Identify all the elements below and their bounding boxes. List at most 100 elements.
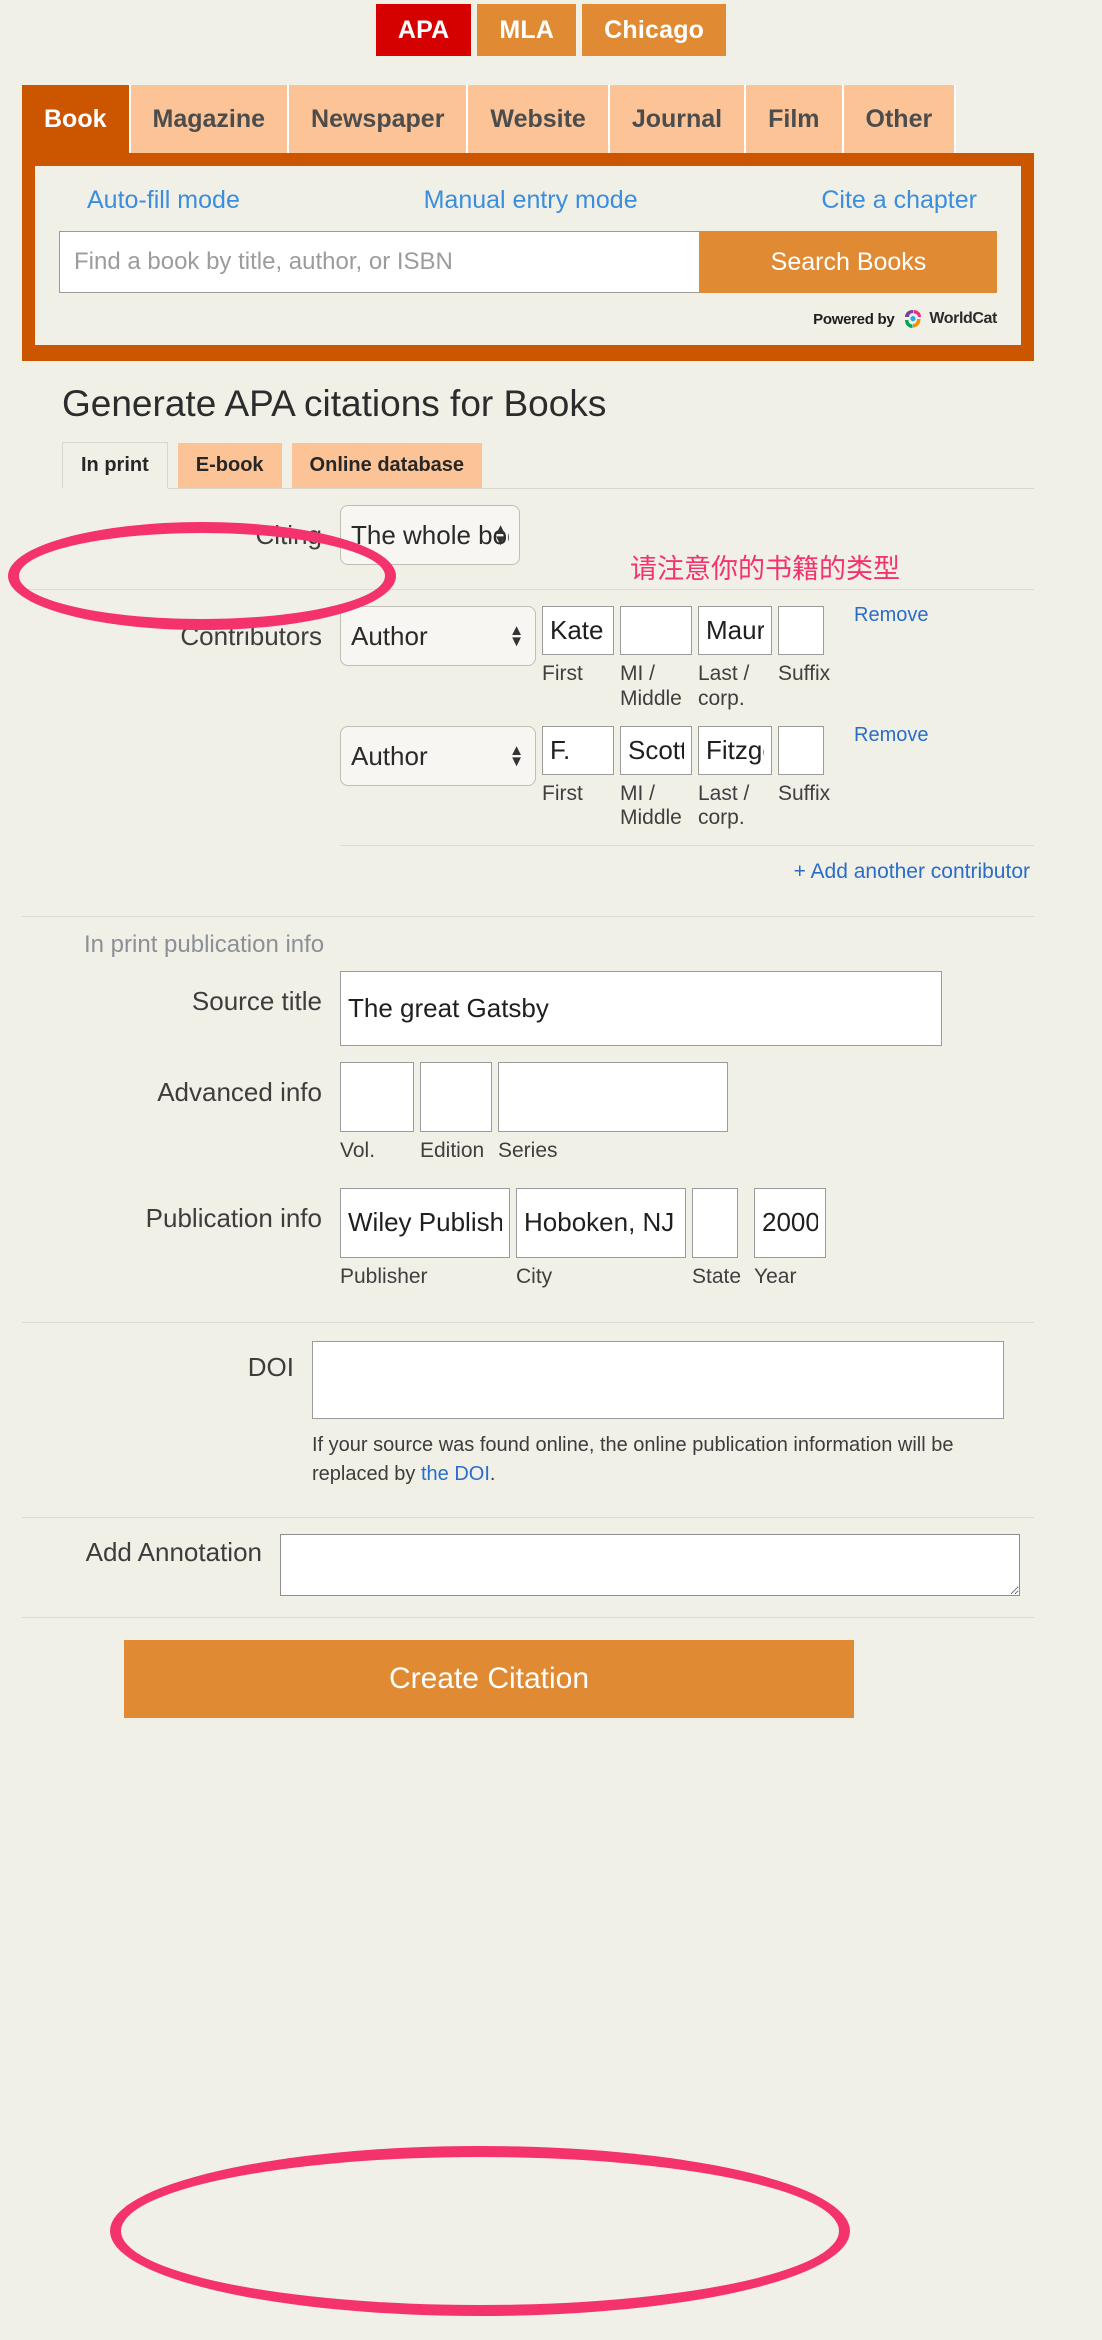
contributor-suffix-input[interactable] [778, 606, 824, 655]
advanced-info-fields: Vol. Edition Series [340, 1062, 1034, 1164]
style-button-mla[interactable]: MLA [477, 4, 577, 56]
format-tabs: In print E-book Online database [62, 441, 1034, 489]
edition-wrap: Edition [420, 1062, 492, 1164]
mode-links: Auto-fill mode Manual entry mode Cite a … [59, 186, 997, 215]
contributors-fields: Author ▲▼ First MI / Middle Last / corp. [340, 604, 1034, 892]
link-cite-a-chapter[interactable]: Cite a chapter [821, 186, 977, 215]
contributor-type-wrap: Author ▲ ▼ [340, 725, 536, 786]
source-tab-other[interactable]: Other [843, 85, 957, 153]
advanced-info-label: Advanced info [157, 1077, 322, 1108]
caption-first: First [542, 781, 583, 805]
contributors-row: Contributors Author ▲▼ First [22, 590, 1034, 902]
create-citation-button[interactable]: Create Citation [124, 1639, 854, 1718]
contributor-suffix-input[interactable] [778, 725, 824, 775]
city-input[interactable] [516, 1187, 686, 1258]
contributor-last-wrap: Last / corp. [698, 606, 772, 712]
powered-by-worldcat: Powered by WorldCat [59, 307, 997, 331]
citing-select[interactable]: The whole book [340, 505, 520, 565]
contributor-last-input[interactable] [698, 725, 772, 775]
doi-note-link[interactable]: the DOI [421, 1463, 490, 1485]
contributor-suffix-wrap: Suffix [778, 725, 850, 807]
contributor-middle-input[interactable] [620, 606, 692, 655]
source-tab-journal[interactable]: Journal [609, 85, 747, 153]
style-button-chicago[interactable]: Chicago [582, 4, 727, 56]
source-title-fields [340, 971, 1034, 1047]
contributor-middle-input[interactable] [620, 725, 692, 775]
source-title-label: Source title [191, 986, 322, 1017]
contributor-middle-wrap: MI / Middle [620, 725, 692, 832]
contributor-last-wrap: Last / corp. [698, 725, 772, 832]
powered-by-label: Powered by [813, 310, 895, 328]
publication-info-group: Publisher City State Year [340, 1187, 1034, 1290]
caption-state: State [692, 1264, 742, 1288]
search-row: Search Books [59, 231, 997, 293]
contributor-type-select[interactable]: Author [340, 606, 536, 666]
contributors-label: Contributors [180, 621, 322, 651]
caption-last: Last / corp. [698, 781, 750, 830]
source-type-tabs-wrap: Book Magazine Newspaper Website Journal … [0, 85, 1102, 153]
advanced-info-group: Vol. Edition Series [340, 1062, 1034, 1164]
edition-input[interactable] [420, 1062, 492, 1133]
publication-info-row: Publication info Publisher City State Ye… [22, 1174, 1034, 1300]
doi-note-prefix: If your source was found online, the onl… [312, 1433, 954, 1485]
contributor-last-input[interactable] [698, 606, 772, 655]
state-input[interactable] [692, 1187, 738, 1258]
caption-suffix: Suffix [778, 781, 831, 805]
annotation-label: Add Annotation [85, 1536, 262, 1567]
series-wrap: Series [498, 1062, 728, 1164]
doi-label: DOI [247, 1351, 294, 1382]
caption-year: Year [754, 1264, 797, 1288]
doi-row: DOI If your source was found online, the… [22, 1323, 1034, 1499]
source-tab-newspaper[interactable]: Newspaper [289, 85, 469, 153]
search-input[interactable] [59, 231, 700, 293]
annotation-ellipse-create-button [110, 2146, 850, 2316]
page-title: Generate APA citations for Books [62, 383, 607, 424]
publisher-input[interactable] [340, 1187, 510, 1258]
citing-select-wrap: The whole book ▲ ▼ [340, 505, 520, 565]
worldcat-brand-label: WorldCat [929, 310, 997, 327]
autofill-panel-inner: Auto-fill mode Manual entry mode Cite a … [35, 166, 1021, 345]
format-tab-e-book[interactable]: E-book [177, 443, 282, 488]
doi-note-suffix: . [489, 1462, 496, 1485]
annotation-fields [280, 1533, 1034, 1601]
contributor-first-input[interactable] [542, 606, 614, 655]
doi-note: If your source was found online, the onl… [312, 1419, 1002, 1489]
year-wrap: Year [754, 1187, 826, 1290]
caption-series: Series [498, 1139, 558, 1163]
worldcat-swirl-icon [905, 310, 922, 328]
source-title-input[interactable] [340, 971, 942, 1047]
search-books-button[interactable]: Search Books [700, 231, 997, 293]
remove-contributor-link[interactable]: Remove [854, 724, 928, 747]
contributor-first-input[interactable] [542, 725, 614, 775]
format-tab-in-print[interactable]: In print [62, 442, 168, 489]
autofill-panel: Auto-fill mode Manual entry mode Cite a … [22, 153, 1034, 361]
caption-vol: Vol. [340, 1139, 376, 1163]
series-input[interactable] [498, 1062, 728, 1133]
contributor-first-wrap: First [542, 606, 614, 687]
caption-first: First [542, 662, 583, 685]
source-tab-book[interactable]: Book [22, 85, 131, 153]
format-tab-online-database[interactable]: Online database [291, 443, 483, 488]
citation-style-bar: APA MLA Chicago [0, 0, 1102, 85]
source-tab-website[interactable]: Website [468, 85, 610, 153]
contributor-type-wrap: Author ▲ ▼ [340, 606, 536, 666]
contributor-type-select[interactable]: Author [340, 725, 536, 786]
source-type-tabs: Book Magazine Newspaper Website Journal … [22, 85, 1034, 153]
source-tab-film[interactable]: Film [746, 85, 844, 153]
link-manual-entry-mode[interactable]: Manual entry mode [424, 186, 638, 215]
contributor-middle-wrap: MI / Middle [620, 606, 692, 712]
add-contributor-link[interactable]: + Add another contributor [340, 846, 1034, 892]
remove-contributor-link[interactable]: Remove [854, 604, 928, 627]
style-button-apa[interactable]: APA [375, 4, 472, 56]
vol-input[interactable] [340, 1062, 414, 1133]
annotation-textarea[interactable] [280, 1533, 1020, 1596]
citing-label: Citing [255, 520, 322, 550]
link-auto-fill-mode[interactable]: Auto-fill mode [87, 186, 240, 215]
doi-fields: If your source was found online, the onl… [312, 1340, 1034, 1489]
year-input[interactable] [754, 1187, 826, 1258]
doi-input[interactable] [312, 1340, 1004, 1419]
worldcat-logo: WorldCat [900, 307, 997, 331]
source-tab-magazine[interactable]: Magazine [130, 85, 290, 153]
caption-middle: MI / Middle [620, 781, 682, 830]
contributor-type-select-wrap: Author ▲ ▼ [340, 606, 536, 666]
